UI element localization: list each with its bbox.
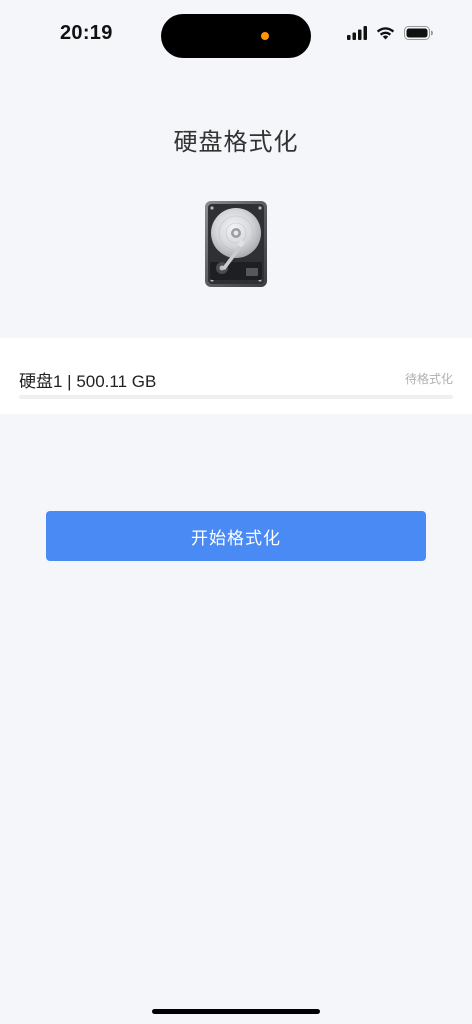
privacy-indicator-dot [261,32,269,40]
home-indicator[interactable] [152,1009,320,1014]
dynamic-island [161,14,311,58]
status-bar: 20:19 [0,0,472,70]
status-icons [347,25,434,45]
start-format-button[interactable]: 开始格式化 [46,511,426,561]
hard-drive-icon [204,200,268,288]
status-time: 20:19 [60,22,113,44]
signal-icon [347,25,367,45]
disk-name-label: 硬盘1 | 500.11 GB [19,372,157,391]
battery-icon [404,25,434,45]
format-progress-bar [19,395,453,399]
wifi-icon [376,26,395,45]
page-title: 硬盘格式化 [173,129,299,156]
disk-list-item[interactable]: 硬盘1 | 500.11 GB 待格式化 [0,338,472,414]
disk-status-label: 待格式化 [404,372,453,386]
